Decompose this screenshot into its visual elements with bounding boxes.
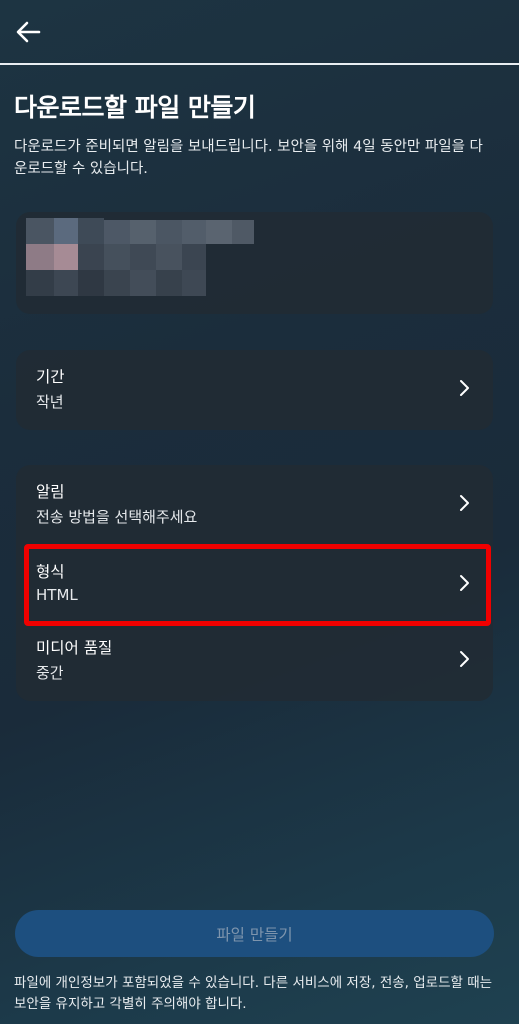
period-row[interactable]: 기간 작년 — [16, 350, 493, 430]
account-card — [16, 212, 493, 314]
period-label: 기간 — [36, 368, 65, 386]
create-file-button[interactable]: 파일 만들기 — [15, 910, 494, 957]
media-quality-label: 미디어 품질 — [36, 639, 113, 657]
arrow-left-icon — [16, 21, 41, 43]
media-quality-value: 중간 — [36, 664, 64, 682]
footer-note: 파일에 개인정보가 포함되었을 수 있습니다. 다른 서비스에 저장, 전송, … — [14, 975, 493, 1012]
page-description: 다운로드가 준비되면 알림을 보내드립니다. 보안을 위해 4일 동안만 파일을… — [14, 139, 483, 177]
page-title: 다운로드할 파일 만들기 — [14, 93, 256, 122]
media-quality-row[interactable]: 미디어 품질 중간 — [16, 621, 493, 701]
format-highlight-box — [24, 544, 491, 626]
header-divider — [0, 63, 519, 65]
back-button[interactable] — [14, 18, 44, 46]
chevron-right-icon — [460, 495, 469, 511]
period-card: 기간 작년 — [16, 350, 493, 430]
chevron-right-icon — [460, 380, 469, 396]
notification-row[interactable]: 알림 전송 방법을 선택해주세요 — [16, 465, 493, 545]
notification-label: 알림 — [36, 483, 65, 501]
notification-value: 전송 방법을 선택해주세요 — [36, 508, 198, 526]
period-value: 작년 — [36, 393, 64, 411]
chevron-right-icon — [460, 651, 469, 667]
